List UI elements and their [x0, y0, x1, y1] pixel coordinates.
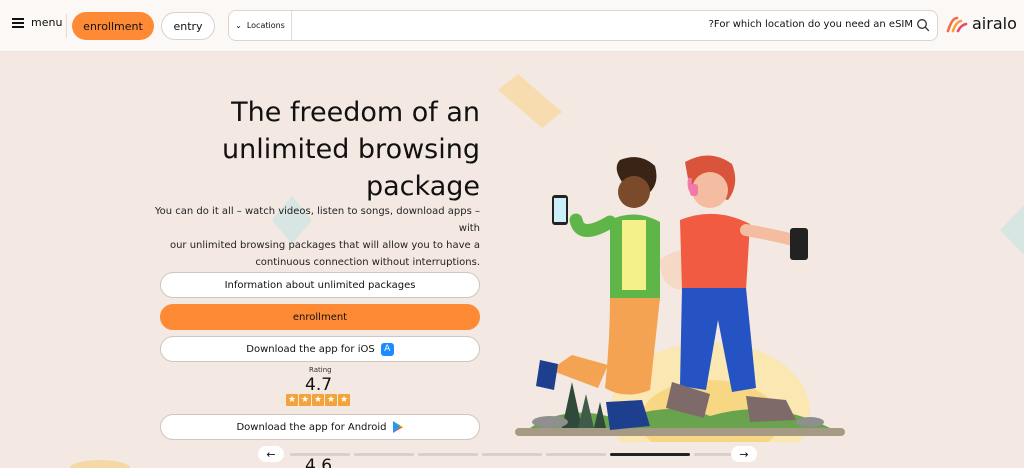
search-input[interactable]: ?For which location do you need an eSIM: [709, 19, 913, 30]
app-store-icon: A: [380, 342, 394, 356]
carousel-dot[interactable]: [610, 453, 690, 456]
star-icon: ★: [286, 394, 298, 406]
arrow-right-icon: →: [739, 447, 749, 461]
hero-description-line: You can do it all – watch videos, listen…: [154, 206, 480, 234]
hero-title-line: The freedom of an: [231, 97, 480, 128]
carousel-dot[interactable]: [354, 453, 414, 456]
search-bar[interactable]: ⌄ Locations ?For which location do you n…: [228, 10, 938, 41]
carousel-dot[interactable]: [482, 453, 542, 456]
top-header: menu enrollment entry ⌄ Locations ?For w…: [0, 0, 1024, 52]
rating-stars: ★ ★ ★ ★ ★: [286, 394, 350, 406]
menu-button[interactable]: menu: [12, 16, 62, 29]
menu-label: menu: [31, 16, 63, 29]
star-icon: ★: [299, 394, 311, 406]
hamburger-icon: [12, 18, 24, 28]
search-icon[interactable]: [916, 18, 930, 32]
unlimited-packages-info-button[interactable]: Information about unlimited packages: [160, 272, 480, 298]
locations-dropdown[interactable]: ⌄ Locations: [229, 11, 292, 40]
hero-illustration: [515, 155, 845, 442]
unlimited-packages-info-label: Information about unlimited packages: [224, 279, 416, 291]
hero-description: You can do it all – watch videos, listen…: [140, 203, 480, 271]
arrow-left-icon: ←: [266, 447, 276, 461]
enrollment-cta-label: enrollment: [292, 311, 348, 323]
carousel-next-button[interactable]: →: [731, 446, 757, 462]
star-icon: ★: [338, 394, 350, 406]
download-android-button[interactable]: Download the app for Android: [160, 414, 480, 440]
enrollment-cta-button[interactable]: enrollment: [160, 304, 480, 330]
download-ios-label: Download the app for iOS: [246, 343, 375, 355]
rating-label: Rating: [309, 366, 332, 374]
hero-title: The freedom of an unlimited browsing pac…: [180, 94, 480, 205]
android-rating-value: 4.6: [305, 456, 333, 468]
logo-text: airalo: [972, 14, 1017, 33]
hero-description-line: our unlimited browsing packages that wil…: [169, 240, 480, 251]
star-icon: ★: [325, 394, 337, 406]
decor-shape-teal-right: [1000, 205, 1024, 255]
carousel-dot[interactable]: [290, 453, 350, 456]
entry-button[interactable]: entry: [161, 12, 215, 40]
decor-shape-bottom-left: [70, 460, 130, 468]
hero-title-line: unlimited browsing: [221, 134, 480, 165]
header-divider: [66, 14, 67, 38]
hero-description-line: continuous connection without interrupti…: [255, 257, 480, 268]
airalo-logo-icon: [946, 16, 968, 32]
airalo-logo[interactable]: airalo: [946, 14, 1017, 33]
carousel-indicators: [290, 453, 754, 456]
google-play-icon: [392, 421, 403, 433]
ios-rating-value: 4.7: [305, 375, 333, 395]
carousel-dot[interactable]: [546, 453, 606, 456]
decor-shape-yellow: [498, 74, 562, 128]
locations-label: Locations: [246, 21, 285, 30]
carousel-dot[interactable]: [418, 453, 478, 456]
hero-title-line: package: [366, 171, 480, 202]
download-android-label: Download the app for Android: [236, 421, 387, 433]
enrollment-button[interactable]: enrollment: [72, 12, 154, 40]
chevron-down-icon: ⌄: [235, 21, 242, 30]
download-ios-button[interactable]: Download the app for iOS A: [160, 336, 480, 362]
carousel-prev-button[interactable]: ←: [258, 446, 284, 462]
star-icon: ★: [312, 394, 324, 406]
